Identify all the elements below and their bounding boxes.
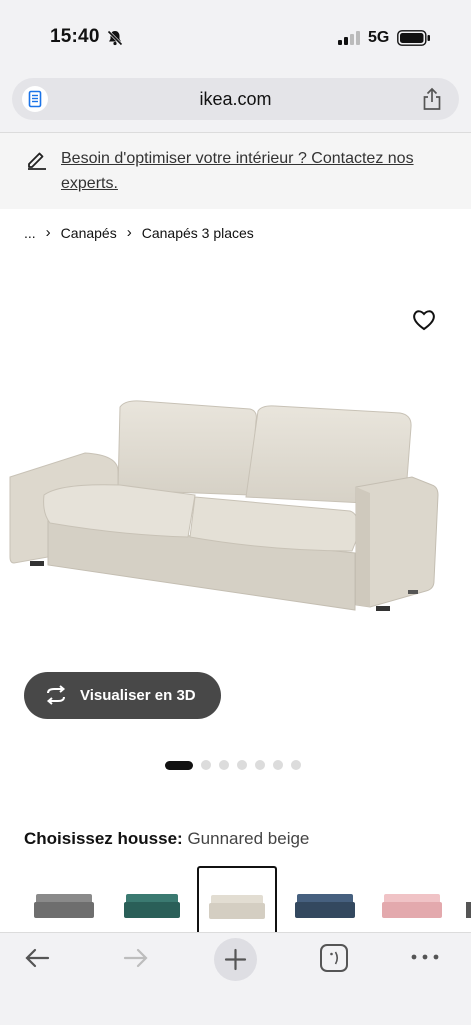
swatch-beige-selected[interactable] [197,866,277,934]
mini-sofa-beige [209,895,265,919]
carousel-dot[interactable] [237,760,247,770]
address-bar[interactable]: ikea.com [12,78,459,120]
cover-label: Choisissez housse: [24,829,183,848]
new-tab-button[interactable] [214,938,257,981]
url-text[interactable]: ikea.com [12,89,459,110]
status-bar: 15:40 5G [0,0,471,72]
cover-selected-value: Gunnared beige [187,829,310,848]
view-in-3d-button[interactable]: Visualiser en 3D [24,672,221,719]
swatch-grey[interactable] [24,866,104,934]
battery-icon [397,30,430,46]
chevron-right-icon: › [126,224,132,241]
breadcrumb-canapes[interactable]: Canapés [61,225,117,241]
pencil-icon [28,152,46,170]
carousel-dot[interactable] [291,760,301,770]
breadcrumb-canapes-3-places[interactable]: Canapés 3 places [142,225,254,241]
carousel-dot[interactable] [255,760,265,770]
browser-toolbar: ikea.com [0,72,471,133]
forward-arrow-icon[interactable] [121,943,151,973]
bell-muted-icon [107,30,123,46]
swatch-partial[interactable] [458,866,471,934]
favorite-heart-icon[interactable] [410,307,438,333]
product-image-sofa[interactable] [0,385,471,630]
share-icon[interactable] [421,87,443,111]
mini-sofa-green [124,894,180,918]
browser-bottom-toolbar [0,932,471,1025]
chevron-right-icon: › [45,224,51,241]
plus-icon [224,948,247,971]
swatch-pink[interactable] [372,866,452,934]
cover-swatch-list [0,866,471,934]
rotate-3d-icon [46,685,66,705]
cover-selector-heading: Choisissez housse: Gunnared beige [24,829,309,849]
carousel-indicator [165,760,301,770]
status-time: 15:40 [50,26,100,47]
carousel-dot[interactable] [201,760,211,770]
mini-sofa-blue [295,894,355,918]
back-arrow-icon[interactable] [22,943,52,973]
tabs-icon[interactable] [318,942,350,974]
carousel-dot[interactable] [273,760,283,770]
carousel-dot[interactable] [219,760,229,770]
swatch-green[interactable] [112,866,192,934]
carousel-dot[interactable] [165,760,193,770]
cellular-signal-icon [338,31,360,45]
breadcrumb-more[interactable]: ... [24,225,36,241]
expert-banner[interactable]: Besoin d'optimiser votre intérieur ? Con… [0,133,471,209]
view-in-3d-label: Visualiser en 3D [80,687,196,704]
swatch-blue[interactable] [285,866,365,934]
breadcrumb: ... › Canapés › Canapés 3 places [24,224,254,241]
network-type: 5G [368,29,390,46]
mini-sofa-grey [34,894,94,918]
mini-sofa-pink [382,894,442,918]
more-menu-icon[interactable] [410,951,440,963]
banner-link[interactable]: Besoin d'optimiser votre intérieur ? Con… [61,146,456,196]
